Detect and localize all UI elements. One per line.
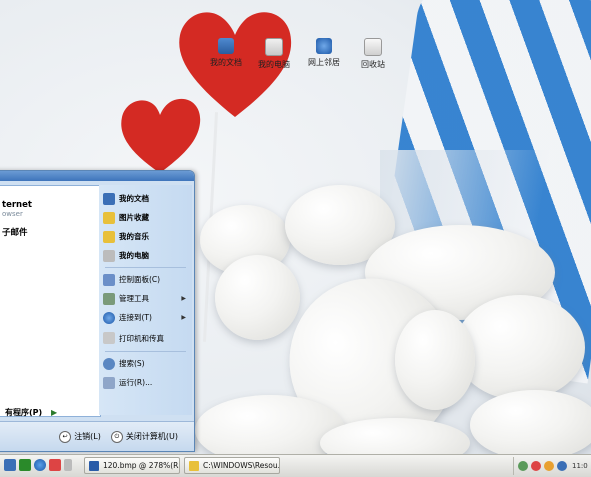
start-menu-left-pane: ternet owser 子邮件	[0, 185, 101, 417]
start-menu-right-pane: 我的文档 图片收藏 我的音乐 我的电脑 控制面板(C) 管理工具 ▶ 连接到(T…	[99, 185, 192, 415]
quicklaunch-more-icon[interactable]	[64, 459, 72, 471]
logoff-button[interactable]: ↩ 注销(L)	[59, 430, 101, 443]
program-internet[interactable]: ternet owser	[0, 198, 100, 220]
folder-icon	[189, 460, 199, 471]
all-programs-button[interactable]: 有程序(P) ▶	[0, 407, 99, 421]
submenu-arrow-icon: ▶	[181, 295, 186, 302]
media-player-icon[interactable]	[19, 459, 31, 471]
menu-item-admin-tools[interactable]: 管理工具 ▶	[99, 289, 192, 308]
menu-item-control-panel[interactable]: 控制面板(C)	[99, 270, 192, 289]
tray-network-icon[interactable]	[518, 461, 528, 471]
menu-separator	[105, 351, 186, 352]
folder-documents-icon	[103, 192, 115, 205]
heart-decoration	[121, 98, 201, 173]
clock[interactable]: 11:0	[572, 462, 588, 470]
menu-item-my-pictures[interactable]: 图片收藏	[99, 208, 192, 227]
menu-item-my-documents[interactable]: 我的文档	[99, 189, 192, 208]
recycle-bin-icon	[364, 38, 382, 56]
folder-music-icon	[103, 230, 115, 243]
program-email[interactable]: 子邮件	[0, 224, 100, 240]
desktop-icon-recycle-bin[interactable]: 回收站	[348, 38, 398, 70]
arrow-right-icon: ▶	[50, 408, 58, 417]
menu-item-my-music[interactable]: 我的音乐	[99, 227, 192, 246]
desktop-icon-my-documents[interactable]: 我的文档	[201, 38, 251, 68]
menu-item-my-computer[interactable]: 我的电脑	[99, 246, 192, 265]
desktop-icon-network[interactable]: 网上邻居	[299, 38, 349, 68]
show-desktop-icon[interactable]	[4, 459, 16, 471]
tray-antivirus-icon[interactable]	[544, 461, 554, 471]
computer-icon	[103, 249, 115, 262]
taskbar-button-explorer[interactable]: C:\WINDOWS\Resou...	[184, 457, 280, 474]
folder-documents-icon	[218, 38, 234, 54]
run-icon	[103, 376, 115, 389]
menu-separator	[105, 267, 186, 268]
folder-pictures-icon	[103, 211, 115, 224]
system-tray: 11:0	[513, 457, 591, 475]
start-menu-header	[0, 171, 194, 181]
menu-item-printers[interactable]: 打印机和传真	[99, 327, 192, 349]
taskbar: 120.bmp @ 278%(R... C:\WINDOWS\Resou... …	[0, 454, 591, 477]
search-icon	[103, 357, 115, 370]
photoshop-icon	[89, 460, 99, 471]
qq-icon[interactable]	[49, 459, 61, 471]
start-menu-bottom-bar: ↩ 注销(L) ⏻ 关闭计算机(U)	[0, 421, 194, 451]
menu-item-connect-to[interactable]: 连接到(T) ▶	[99, 308, 192, 327]
submenu-arrow-icon: ▶	[181, 314, 186, 321]
menu-item-search[interactable]: 搜索(S)	[99, 354, 192, 373]
internet-explorer-icon[interactable]	[34, 459, 46, 471]
menu-item-run[interactable]: 运行(R)...	[99, 373, 192, 392]
printer-icon	[103, 332, 115, 344]
desktop-icon-my-computer[interactable]: 我的电脑	[249, 38, 299, 70]
logoff-icon: ↩	[59, 430, 72, 443]
tray-qq-icon[interactable]	[531, 461, 541, 471]
globe-icon	[103, 311, 115, 324]
control-panel-icon	[103, 273, 115, 286]
taskbar-button-photoshop[interactable]: 120.bmp @ 278%(R...	[84, 457, 180, 474]
tray-volume-icon[interactable]	[557, 461, 567, 471]
power-icon: ⏻	[110, 430, 123, 443]
network-icon	[316, 38, 332, 54]
shutdown-button[interactable]: ⏻ 关闭计算机(U)	[110, 430, 178, 443]
start-menu: ternet owser 子邮件 我的文档 图片收藏 我的音乐 我的电脑 控制面	[0, 170, 195, 452]
admin-tools-icon	[103, 292, 115, 305]
computer-icon	[265, 38, 283, 56]
